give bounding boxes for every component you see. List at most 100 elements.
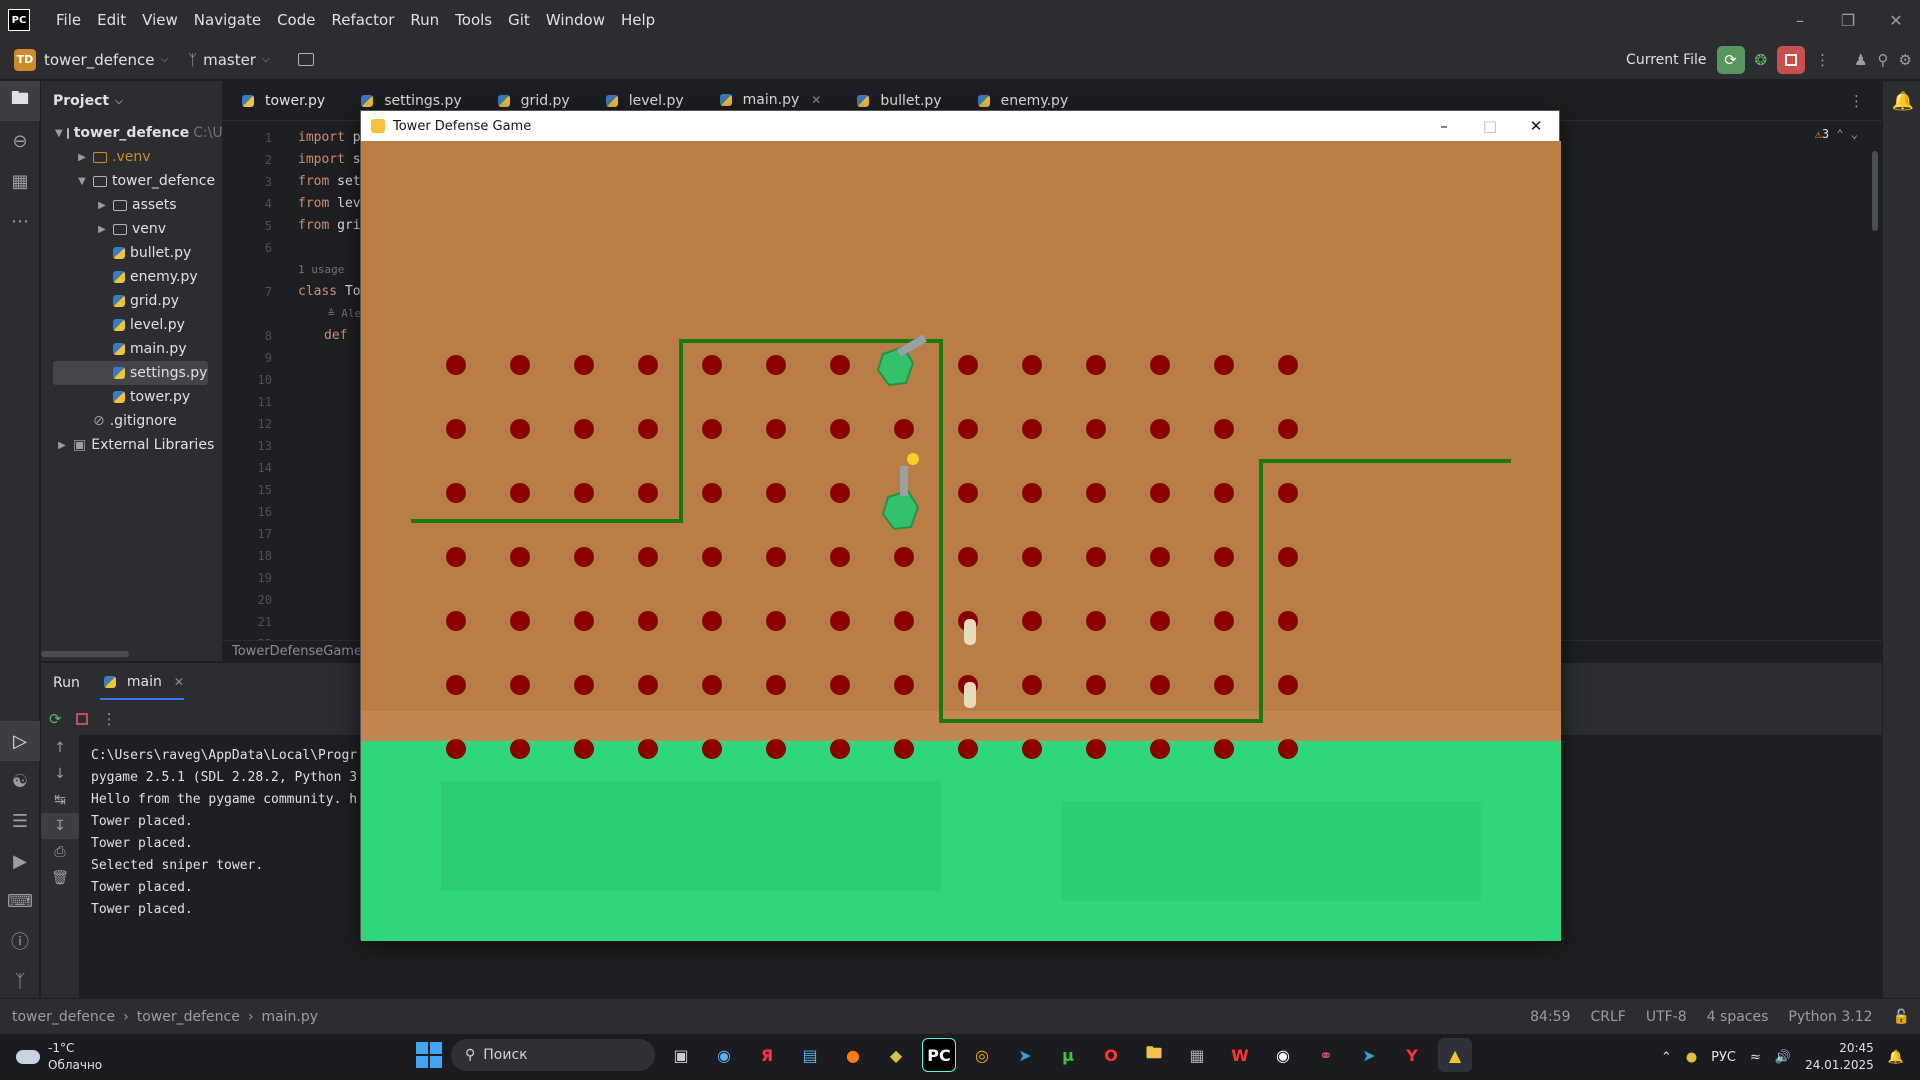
placement-spot[interactable]	[958, 419, 978, 439]
menu-window[interactable]: Window	[538, 11, 613, 29]
weather-widget[interactable]: -1°C Облачно	[16, 1040, 102, 1074]
placement-spot[interactable]	[446, 547, 466, 567]
placement-spot[interactable]	[1278, 611, 1298, 631]
placement-spot[interactable]	[446, 611, 466, 631]
terminal-icon[interactable]: ⌨	[0, 881, 40, 921]
tree-item-bullet[interactable]: bullet.py	[41, 241, 222, 265]
placement-spot[interactable]	[1150, 739, 1170, 759]
game-canvas[interactable]	[361, 141, 1561, 941]
tree-item-main[interactable]: main.py	[41, 337, 222, 361]
minimize-icon[interactable]: –	[1421, 111, 1467, 141]
placement-spot[interactable]	[638, 547, 658, 567]
yandex-browser-icon[interactable]: Я	[750, 1038, 784, 1072]
close-tab-icon[interactable]: ✕	[174, 675, 184, 689]
debug-icon[interactable]: ❂	[1755, 51, 1768, 69]
placement-spot[interactable]	[1278, 419, 1298, 439]
placement-spot[interactable]	[510, 675, 530, 695]
placement-spot[interactable]	[574, 675, 594, 695]
project-tool-icon[interactable]: 🖿	[0, 81, 40, 121]
placement-spot[interactable]	[702, 419, 722, 439]
scroll-to-end-icon[interactable]: ↧	[41, 813, 79, 839]
placement-spot[interactable]	[894, 675, 914, 695]
placement-spot[interactable]	[1278, 675, 1298, 695]
placement-spot[interactable]	[574, 355, 594, 375]
close-icon[interactable]: ✕	[1872, 0, 1920, 40]
problems-icon[interactable]: ⓘ	[0, 921, 40, 961]
run-config-selector[interactable]: Current File	[1626, 52, 1706, 68]
taskbar-search[interactable]: ⚲ Поиск	[451, 1039, 655, 1071]
tree-item-settings[interactable]: settings.py	[53, 361, 208, 385]
game-launcher-icon[interactable]: ◆	[879, 1038, 913, 1072]
placement-spot[interactable]	[1022, 675, 1042, 695]
placement-spot[interactable]	[766, 419, 786, 439]
placement-spot[interactable]	[446, 739, 466, 759]
caret-position[interactable]: 84:59	[1530, 1009, 1570, 1025]
game-window[interactable]: Tower Defense Game – □ ✕	[360, 110, 1561, 941]
telegram-second-icon[interactable]: ➤	[1352, 1038, 1386, 1072]
placement-spot[interactable]	[1214, 611, 1234, 631]
placement-spot[interactable]	[1086, 739, 1106, 759]
input-language[interactable]: РУС	[1711, 1050, 1736, 1065]
firefox-icon[interactable]: ●	[836, 1038, 870, 1072]
branch-selector[interactable]: ᛉ master ⌵	[188, 51, 270, 69]
placement-spot[interactable]	[1278, 355, 1298, 375]
scroll-up-icon[interactable]: ↑	[41, 735, 79, 761]
tab-tower[interactable]: tower.py	[222, 81, 341, 121]
placement-spot[interactable]	[1150, 611, 1170, 631]
opera-icon[interactable]: O	[1094, 1038, 1128, 1072]
editor-scrollbar[interactable]	[1872, 151, 1878, 231]
placement-spot[interactable]	[1086, 611, 1106, 631]
placement-spot[interactable]	[510, 739, 530, 759]
clock[interactable]: 20:45 24.01.2025	[1805, 1040, 1874, 1074]
close-tab-icon[interactable]: ✕	[811, 93, 821, 107]
horizontal-scrollbar[interactable]	[41, 651, 129, 657]
utorrent-icon[interactable]: μ	[1051, 1038, 1085, 1072]
placement-spot[interactable]	[1086, 483, 1106, 503]
placement-spot[interactable]	[446, 355, 466, 375]
placement-spot[interactable]	[1214, 483, 1234, 503]
line-separator[interactable]: CRLF	[1591, 1009, 1626, 1025]
placement-spot[interactable]	[766, 675, 786, 695]
placement-spot[interactable]	[894, 547, 914, 567]
rerun-icon[interactable]: ⟳	[1716, 46, 1745, 74]
placement-spot[interactable]	[958, 355, 978, 375]
placement-spot[interactable]	[1086, 419, 1106, 439]
placement-spot[interactable]	[1278, 739, 1298, 759]
menu-edit[interactable]: Edit	[89, 11, 134, 29]
placement-spot[interactable]	[702, 611, 722, 631]
placement-spot[interactable]	[1022, 611, 1042, 631]
minimize-icon[interactable]: –	[1776, 0, 1824, 40]
placement-spot[interactable]	[1022, 419, 1042, 439]
placement-spot[interactable]	[958, 547, 978, 567]
placement-spot[interactable]	[1150, 547, 1170, 567]
placement-spot[interactable]	[446, 483, 466, 503]
placement-spot[interactable]	[574, 547, 594, 567]
close-icon[interactable]: ✕	[1513, 111, 1559, 141]
menu-view[interactable]: View	[134, 11, 186, 29]
store-icon[interactable]: ▤	[793, 1038, 827, 1072]
rerun-icon[interactable]: ⟳	[49, 710, 62, 728]
placement-spot[interactable]	[1022, 547, 1042, 567]
soft-wrap-icon[interactable]: ↹	[41, 787, 79, 813]
placement-spot[interactable]	[1086, 675, 1106, 695]
tree-item-venv[interactable]: ▶ venv	[41, 217, 222, 241]
maximize-icon[interactable]: ❐	[1824, 0, 1872, 40]
run-tool-icon[interactable]: ▷	[0, 721, 40, 761]
placement-spot[interactable]	[830, 547, 850, 567]
tree-item-grid[interactable]: grid.py	[41, 289, 222, 313]
windows-start-icon[interactable]	[416, 1042, 442, 1068]
placement-spot[interactable]	[766, 547, 786, 567]
status-crumb-project[interactable]: tower_defence	[12, 1009, 115, 1025]
placement-spot[interactable]	[1278, 483, 1298, 503]
tree-item-external-libraries[interactable]: ▶ ▣ External Libraries	[41, 433, 222, 457]
placement-spot[interactable]	[894, 611, 914, 631]
placement-spot[interactable]	[830, 419, 850, 439]
tree-root[interactable]: ▼ tower_defence C:\U	[41, 121, 222, 145]
placement-spot[interactable]	[1214, 739, 1234, 759]
planet-app-icon[interactable]: ⚭	[1309, 1038, 1343, 1072]
placement-spot[interactable]	[766, 739, 786, 759]
python-console-icon[interactable]: ☯	[0, 761, 40, 801]
placement-spot[interactable]	[958, 483, 978, 503]
chrome-icon[interactable]: ◎	[965, 1038, 999, 1072]
task-view-icon[interactable]: ▣	[664, 1038, 698, 1072]
